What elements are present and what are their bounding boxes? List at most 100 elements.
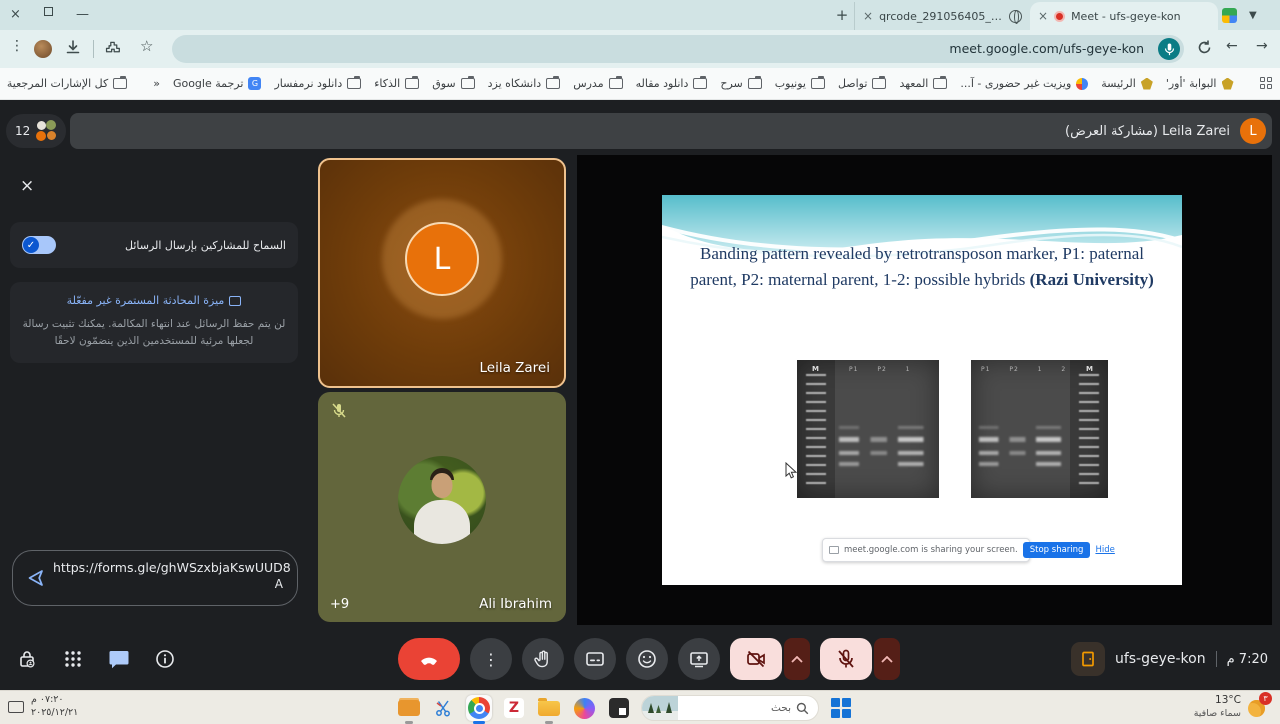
bookmark-folder[interactable]: دانشكاه يزد <box>488 77 561 90</box>
mic-options-chevron[interactable] <box>874 638 900 680</box>
meet-bottom-bar: ⋮ <box>0 628 1280 690</box>
chat-notice-title-row: ميزة المحادثة المستمرة غير مفعّلة <box>20 294 288 307</box>
activities-button[interactable] <box>52 638 94 680</box>
folder-icon <box>461 78 475 89</box>
bookmarks-bar: البوابة 'أور' الرئيسة ويزيت غير حضورى - … <box>0 68 1280 100</box>
meeting-room-icon[interactable] <box>1071 642 1105 676</box>
bookmark-star-icon[interactable]: ☆ <box>140 37 153 55</box>
reactions-button[interactable] <box>626 638 668 680</box>
voice-search-icon[interactable] <box>1158 38 1180 60</box>
translate-icon: G <box>248 77 261 90</box>
chat-message-input[interactable]: https://forms.gle/ghWSzxbjaKswUUD8 A <box>12 550 298 606</box>
tab-title: Meet - ufs-geye-kon <box>1071 10 1210 23</box>
zotero-icon[interactable]: Z <box>501 695 527 721</box>
stop-sharing-button[interactable]: Stop sharing <box>1023 542 1091 558</box>
allow-messages-toggle[interactable]: ✓ <box>22 236 56 254</box>
gel-lane-labels: P1 P2 1 2 <box>981 366 1066 373</box>
tab-qrcode[interactable]: × qrcode_291056405_e5f5a8bcbc <box>854 2 1030 30</box>
address-bar[interactable]: meet.google.com/ufs-geye-kon <box>172 35 1184 63</box>
avatar-letter: L <box>405 222 479 296</box>
chat-notice-title: ميزة المحادثة المستمرة غير مفعّلة <box>67 294 225 307</box>
tab-close-icon[interactable]: × <box>863 9 873 23</box>
info-button[interactable] <box>144 638 186 680</box>
chat-button-active[interactable] <box>98 638 140 680</box>
call-controls: ⋮ <box>398 638 900 680</box>
profile-avatar[interactable] <box>34 40 52 58</box>
presenter-banner: L Leila Zarei (مشاركة العرض) <box>70 113 1272 149</box>
gel-image-right: M P1 P2 1 2 <box>971 360 1108 498</box>
raise-hand-button[interactable] <box>522 638 564 680</box>
taskbar-clock[interactable]: ٠٧:٢٠ م ٢٠٢٥/١٢/٢١ <box>8 694 78 720</box>
downloads-icon[interactable] <box>64 39 82 61</box>
snipping-tool-icon[interactable] <box>431 695 457 721</box>
tab-close-icon[interactable]: × <box>1038 9 1048 23</box>
taskbar-search[interactable]: بحث <box>641 695 819 721</box>
participants-avatars-cluster <box>35 120 57 142</box>
presenter-name: Leila Zarei (مشاركة العرض) <box>1065 124 1230 139</box>
chrome-icon-active[interactable] <box>466 695 492 721</box>
bookmark-folder[interactable]: تواصل <box>838 77 886 90</box>
host-controls-button[interactable] <box>6 638 48 680</box>
bookmark-folder[interactable]: سرح <box>720 77 761 90</box>
more-participants-badge[interactable]: +9 <box>330 597 349 612</box>
browser-menu-icon[interactable]: ⋮ <box>10 38 24 54</box>
copilot-icon[interactable] <box>571 695 597 721</box>
send-message-icon[interactable] <box>26 568 46 592</box>
tab-meet[interactable]: × Meet - ufs-geye-kon <box>1030 2 1218 30</box>
presentation-slide: Banding pattern revealed by retrotranspo… <box>662 195 1182 585</box>
participants-count-pill[interactable]: 12 <box>6 114 66 148</box>
video-tile-ali[interactable]: +9 Ali Ibrahim <box>318 392 566 622</box>
meeting-time: 7:20 م <box>1227 652 1268 667</box>
recording-indicator-icon <box>1054 11 1065 22</box>
chat-input-text-line2: A <box>53 577 283 591</box>
taskbar-app-orange[interactable] <box>396 695 422 721</box>
allow-messages-label: السماح للمشاركين بإرسال الرسائل <box>56 239 286 252</box>
window-minimize-button[interactable]: — <box>76 7 89 23</box>
back-icon[interactable]: ← <box>1226 38 1238 54</box>
more-options-button[interactable]: ⋮ <box>470 638 512 680</box>
bookmark-folder[interactable]: الذكاء <box>374 77 419 90</box>
bookmark-item[interactable]: ويزيت غير حضورى - آ... <box>960 77 1088 90</box>
photos-app-icon[interactable] <box>606 695 632 721</box>
window-restore-button[interactable] <box>44 7 53 16</box>
chat-input-text: https://forms.gle/ghWSzxbjaKswUUD8 <box>53 560 283 575</box>
apps-grid-icon[interactable] <box>1260 77 1273 91</box>
chat-notice: ميزة المحادثة المستمرة غير مفعّلة لن يتم… <box>10 282 298 363</box>
bookmark-item[interactable]: Gترجمة Google <box>173 77 261 90</box>
reload-icon[interactable] <box>1196 39 1213 60</box>
close-chat-panel-icon[interactable]: × <box>20 176 34 196</box>
forward-icon[interactable]: → <box>1256 38 1268 54</box>
captions-button[interactable] <box>574 638 616 680</box>
present-screen-button[interactable] <box>678 638 720 680</box>
globe-favicon <box>1009 10 1022 23</box>
meeting-code: ufs-geye-kon <box>1115 651 1206 667</box>
camera-off-button[interactable] <box>730 638 782 680</box>
bookmark-folder[interactable]: يونيوب <box>775 77 825 90</box>
touch-keyboard-icon[interactable] <box>8 701 24 713</box>
leave-call-button[interactable] <box>398 638 460 680</box>
extensions-icon[interactable] <box>104 39 122 61</box>
bookmark-item[interactable]: البوابة 'أور' <box>1166 77 1234 90</box>
file-explorer-icon[interactable] <box>536 695 562 721</box>
all-bookmarks-button[interactable]: كل الإشارات المرجعية <box>7 77 127 90</box>
hide-toast-link[interactable]: Hide <box>1095 545 1114 555</box>
tab-list-chevron-icon[interactable]: ▼ <box>1249 10 1257 21</box>
window-close-button[interactable]: × <box>10 7 21 23</box>
bookmark-folder[interactable]: دانلود نرمفسار <box>274 77 361 90</box>
bookmark-folder[interactable]: المعهد <box>899 77 947 90</box>
camera-options-chevron[interactable] <box>784 638 810 680</box>
slide-title: Banding pattern revealed by retrotranspo… <box>680 241 1164 292</box>
bookmark-item[interactable]: الرئيسة <box>1101 77 1153 90</box>
bookmark-folder[interactable]: سوق <box>432 77 474 90</box>
windows-taskbar: ٠٧:٢٠ م ٢٠٢٥/١٢/٢١ Z بحث 13°C <box>0 690 1280 724</box>
new-tab-button[interactable]: + <box>830 6 854 24</box>
windows-start-button[interactable] <box>828 695 854 721</box>
mic-off-button[interactable] <box>820 638 872 680</box>
bookmark-folder[interactable]: مدرس <box>573 77 622 90</box>
bookmarks-overflow-chevron[interactable]: « <box>153 77 160 90</box>
weather-widget[interactable]: 13°C سماء صافية ٣ <box>1194 694 1268 720</box>
bookmark-folder[interactable]: دانلود مقاله <box>636 77 708 90</box>
folder-icon <box>546 78 560 89</box>
video-tile-leila[interactable]: L Leila Zarei <box>318 158 566 388</box>
allow-messages-row: ✓ السماح للمشاركين بإرسال الرسائل <box>10 222 298 268</box>
